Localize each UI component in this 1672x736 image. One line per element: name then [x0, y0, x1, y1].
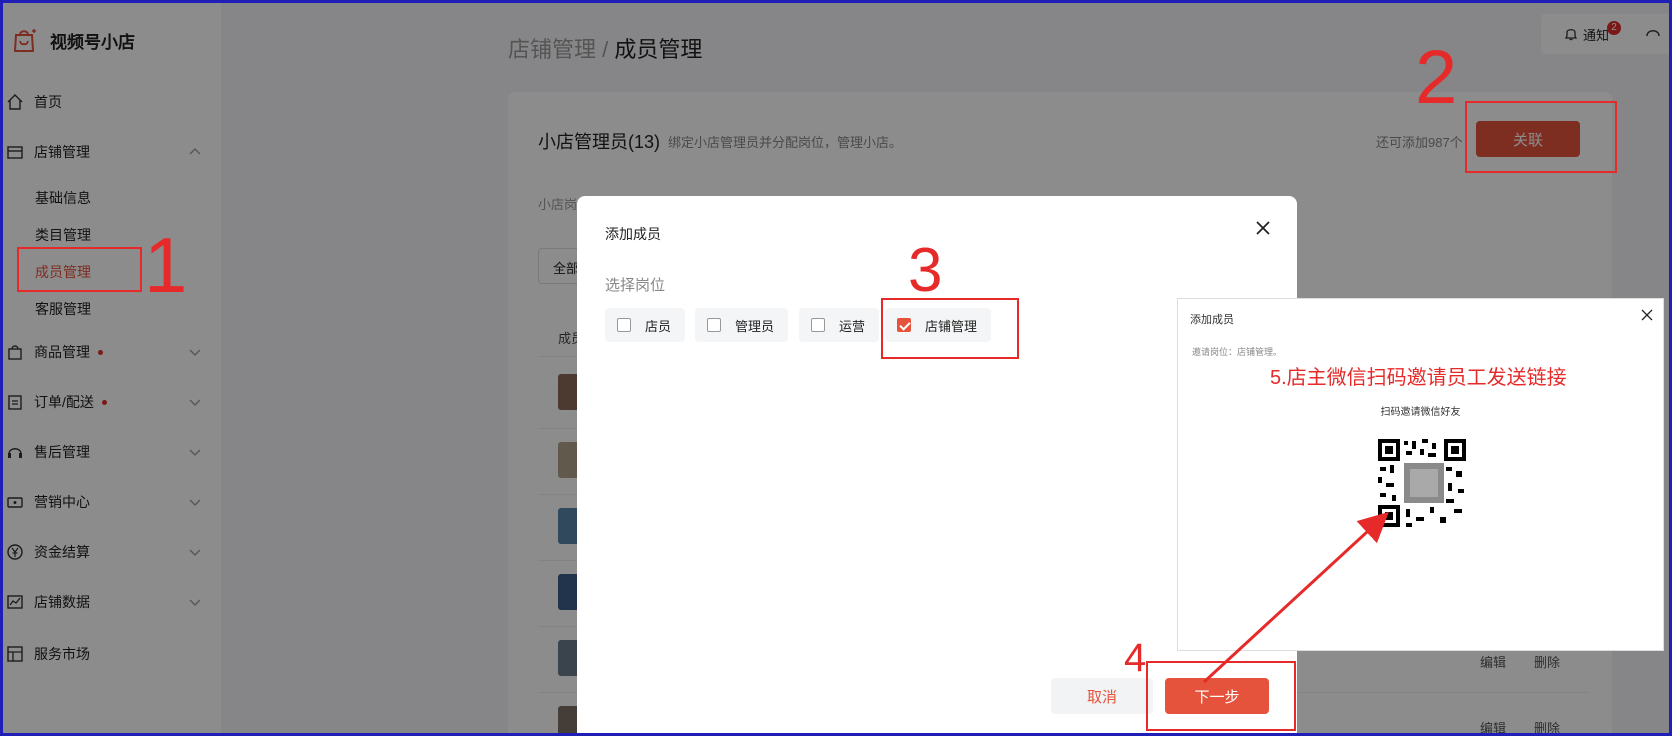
annotation-arrow: [1202, 511, 1389, 684]
